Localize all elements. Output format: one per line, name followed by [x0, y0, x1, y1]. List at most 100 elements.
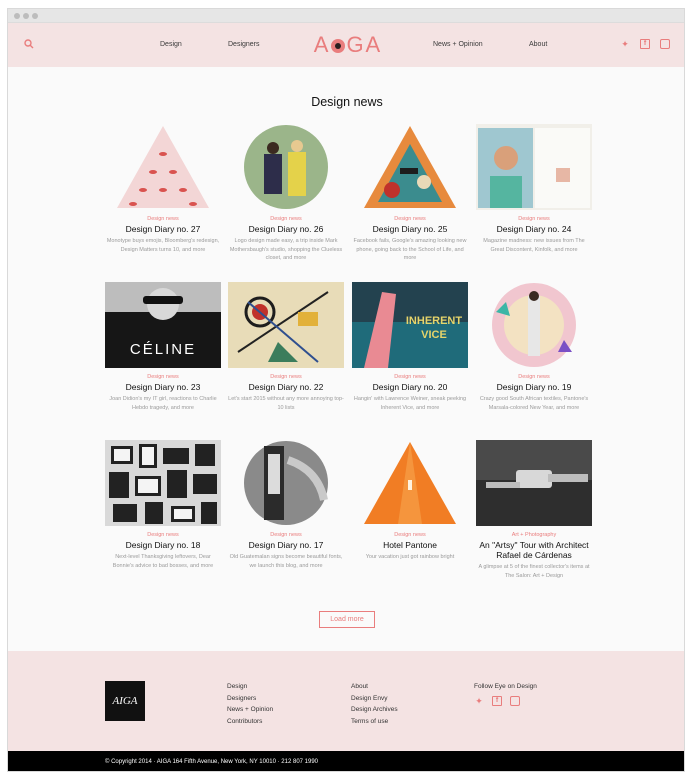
instagram-icon[interactable] [660, 39, 670, 49]
card-category[interactable]: Design news [476, 374, 592, 380]
card-description: Logo design made easy, a trip inside Mar… [229, 238, 343, 261]
window-maximize-dot[interactable] [32, 13, 38, 19]
nav-design[interactable]: Design [160, 23, 182, 67]
footer-twitter-icon[interactable]: ✦ [474, 696, 484, 706]
card-description: Your vacation just got rainbow bright [365, 554, 455, 560]
celine-print: CÉLINE [130, 341, 196, 358]
footer-col-2: About Design Envy Design Archives Terms … [351, 681, 398, 727]
news-card[interactable]: Design news Design Diary no. 17 Old Guat… [228, 440, 344, 570]
card-title[interactable]: Design Diary no. 20 [352, 382, 468, 392]
card-title[interactable]: Design Diary no. 18 [105, 540, 221, 550]
nav-designers[interactable]: Designers [228, 23, 260, 67]
news-card[interactable]: Art + Photography An "Artsy" Tour with A… [476, 440, 592, 580]
card-description: Monotype buys emojis, Bloomberg's redesi… [106, 238, 220, 253]
card-category[interactable]: Design news [105, 216, 221, 222]
card-image[interactable]: INHERENT VICE [352, 282, 468, 368]
poster-text-1: INHERENT [406, 315, 463, 327]
card-image[interactable] [352, 440, 468, 526]
nav-news-opinion[interactable]: News + Opinion [433, 23, 483, 67]
card-category[interactable]: Design news [228, 374, 344, 380]
news-card[interactable]: Design news Hotel Pantone Your vacation … [352, 440, 468, 562]
card-title[interactable]: An "Artsy" Tour with Architect Rafael de… [476, 540, 592, 560]
page-title: Design news [311, 95, 383, 109]
load-more-button[interactable]: Load more [319, 611, 375, 628]
card-category[interactable]: Design news [476, 216, 592, 222]
footer-facebook-icon[interactable]: f [492, 696, 502, 706]
card-title[interactable]: Design Diary no. 25 [352, 224, 468, 234]
footer-link-about[interactable]: About [351, 681, 398, 693]
news-card[interactable]: Design news Design Diary no. 24 Magazine… [476, 124, 592, 254]
aiga-logo[interactable]: A GA [306, 32, 390, 58]
card-description: Old Guatemalan signs become beautiful fo… [229, 554, 343, 569]
card-category[interactable]: Design news [228, 216, 344, 222]
footer-link-contributors[interactable]: Contributors [227, 716, 273, 728]
footer-link-news-opinion[interactable]: News + Opinion [227, 704, 273, 716]
card-description: Crazy good South African textiles, Panto… [479, 396, 589, 411]
site-header: Design Designers A GA News + Opinion Abou… [8, 23, 684, 67]
news-card[interactable]: Design news Design Diary no. 26 Logo des… [228, 124, 344, 263]
card-image[interactable] [105, 124, 221, 210]
card-description: Magazine madness: new issues from The Gr… [483, 238, 585, 253]
poster-text-2: VICE [421, 329, 447, 341]
card-category[interactable]: Art + Photography [476, 532, 592, 538]
main-content: Design news Design news Design Diary no.… [8, 67, 684, 657]
search-icon[interactable] [24, 39, 34, 49]
card-category[interactable]: Design news [352, 374, 468, 380]
footer-link-designers[interactable]: Designers [227, 693, 273, 705]
card-description: Next-level Thanksgiving leftovers, Dear … [112, 554, 214, 569]
card-description: Let's start 2015 without any more annoyi… [228, 396, 344, 411]
window-minimize-dot[interactable] [23, 13, 29, 19]
footer-instagram-icon[interactable] [510, 696, 520, 706]
footer-link-terms[interactable]: Terms of use [351, 716, 398, 728]
card-description: A glimpse at 5 of the finest collector's… [478, 564, 590, 579]
card-title[interactable]: Design Diary no. 17 [228, 540, 344, 550]
news-card[interactable]: Design news Design Diary no. 22 Let's st… [228, 282, 344, 412]
card-image[interactable]: CÉLINE [105, 282, 221, 368]
card-title[interactable]: Design Diary no. 23 [105, 382, 221, 392]
logo-eye-icon [331, 39, 346, 53]
card-image[interactable] [228, 282, 344, 368]
card-category[interactable]: Design news [352, 216, 468, 222]
browser-chrome [8, 9, 684, 23]
news-card[interactable]: Design news Design Diary no. 25 Facebook… [352, 124, 468, 263]
card-image[interactable] [476, 282, 592, 368]
news-card[interactable]: Design news Design Diary no. 27 Monotype… [105, 124, 221, 254]
card-image[interactable] [105, 440, 221, 526]
card-category[interactable]: Design news [105, 374, 221, 380]
nav-about[interactable]: About [529, 23, 547, 67]
footer-follow-label: Follow Eye on Design [474, 683, 537, 690]
news-card[interactable]: Design news Design Diary no. 19 Crazy go… [476, 282, 592, 412]
card-image[interactable] [476, 440, 592, 526]
card-image[interactable] [352, 124, 468, 210]
window-close-dot[interactable] [14, 13, 20, 19]
card-title[interactable]: Design Diary no. 27 [105, 224, 221, 234]
card-description: Joan Didion's my IT girl, reactions to C… [109, 396, 217, 411]
copyright-bar: © Copyright 2014 · AIGA 164 Fifth Avenue… [8, 751, 684, 771]
card-title[interactable]: Design Diary no. 22 [228, 382, 344, 392]
footer-link-design[interactable]: Design [227, 681, 273, 693]
card-title[interactable]: Design Diary no. 24 [476, 224, 592, 234]
card-image[interactable] [228, 440, 344, 526]
news-card[interactable]: Design news Design Diary no. 18 Next-lev… [105, 440, 221, 570]
card-category[interactable]: Design news [228, 532, 344, 538]
footer-col-1: Design Designers News + Opinion Contribu… [227, 681, 273, 727]
card-title[interactable]: Design Diary no. 26 [228, 224, 344, 234]
card-description: Facebook fails, Google's amazing looking… [353, 238, 467, 261]
card-description: Hangin' with Lawrence Weiner, sneak peek… [353, 396, 467, 411]
footer-link-design-envy[interactable]: Design Envy [351, 693, 398, 705]
footer-aiga-logo[interactable]: AIGA [105, 681, 145, 721]
card-category[interactable]: Design news [352, 532, 468, 538]
card-title[interactable]: Design Diary no. 19 [476, 382, 592, 392]
logo-letters-ga: GA [346, 32, 383, 57]
browser-window: Design Designers A GA News + Opinion Abou… [7, 8, 685, 772]
news-card[interactable]: INHERENT VICE Design news Design Diary n… [352, 282, 468, 412]
twitter-icon[interactable]: ✦ [620, 39, 630, 49]
news-card[interactable]: CÉLINE Design news Design Diary no. 23 J… [105, 282, 221, 412]
facebook-icon[interactable]: f [640, 39, 650, 49]
logo-letter-a: A [313, 32, 331, 57]
card-image[interactable] [476, 124, 592, 210]
card-image[interactable] [228, 124, 344, 210]
footer-link-design-archives[interactable]: Design Archives [351, 704, 398, 716]
card-title[interactable]: Hotel Pantone [352, 540, 468, 550]
card-category[interactable]: Design news [105, 532, 221, 538]
